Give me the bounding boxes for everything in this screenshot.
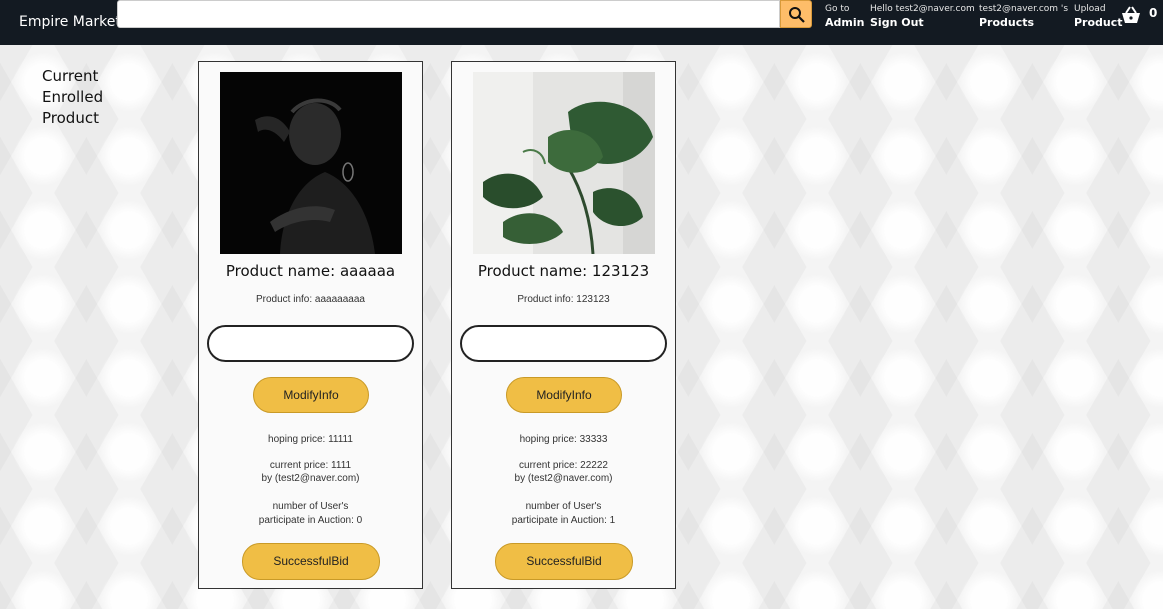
search-icon	[789, 7, 805, 23]
search-input[interactable]	[117, 0, 780, 28]
participants-count: participate in Auction: 1	[511, 515, 616, 526]
product-info: Product info: 123123	[517, 294, 610, 305]
upload-product-link[interactable]: Upload Product	[1074, 3, 1123, 29]
product-name: Product name: aaaaaa	[225, 262, 396, 280]
section-title-line: Current	[42, 67, 99, 85]
modify-info-button[interactable]: ModifyInfo	[253, 377, 369, 413]
hoping-price: hoping price: 33333	[519, 434, 608, 445]
participants-label: number of User's	[272, 501, 349, 512]
admin-link-big: Admin	[825, 16, 865, 29]
modify-info-input[interactable]	[207, 325, 414, 362]
product-name: Product name: 123123	[477, 262, 650, 280]
cart-count: 0	[1149, 6, 1158, 20]
sign-out-label: Sign Out	[870, 16, 924, 29]
modify-info-input[interactable]	[460, 325, 667, 362]
hoping-price: hoping price: 11111	[268, 434, 353, 445]
greeting-text: Hello test2@naver.com	[870, 4, 975, 14]
upload-small: Upload	[1074, 4, 1106, 14]
brand-logo[interactable]: Empire Market	[19, 0, 121, 45]
product-info: Product info: aaaaaaaaa	[256, 294, 365, 305]
cart-icon[interactable]	[1120, 6, 1142, 24]
admin-link-small: Go to	[825, 4, 850, 14]
successful-bid-button[interactable]: SuccessfulBid	[242, 543, 380, 580]
section-title-line: Enrolled	[42, 88, 104, 106]
current-bidder: by (test2@naver.com)	[261, 473, 360, 484]
participants-label: number of User's	[525, 501, 602, 512]
my-products-small: test2@naver.com 's	[979, 4, 1069, 14]
sign-out-link[interactable]: Hello test2@naver.com Sign Out	[870, 3, 975, 29]
top-navbar: Empire Market Go to Admin Hello test2@na…	[0, 0, 1163, 45]
upload-label: Product	[1074, 16, 1123, 29]
product-card: Product name: aaaaaa Product info: aaaaa…	[198, 61, 423, 589]
my-products-label: Products	[979, 16, 1035, 29]
my-products-link[interactable]: test2@naver.com 's Products	[979, 3, 1068, 29]
search-button[interactable]	[780, 0, 812, 28]
current-price: current price: 22222	[519, 460, 608, 471]
participants-count: participate in Auction: 0	[258, 515, 363, 526]
product-image	[220, 72, 402, 254]
section-title: Current Enrolled Product	[42, 66, 132, 129]
product-card: Product name: 123123 Product info: 12312…	[451, 61, 676, 589]
successful-bid-button[interactable]: SuccessfulBid	[495, 543, 633, 580]
section-title-line: Product	[42, 109, 99, 127]
product-image	[473, 72, 655, 254]
current-bidder: by (test2@naver.com)	[514, 473, 613, 484]
current-price: current price: 1111	[269, 460, 352, 471]
modify-info-button[interactable]: ModifyInfo	[506, 377, 622, 413]
go-to-admin-link[interactable]: Go to Admin	[825, 3, 864, 29]
